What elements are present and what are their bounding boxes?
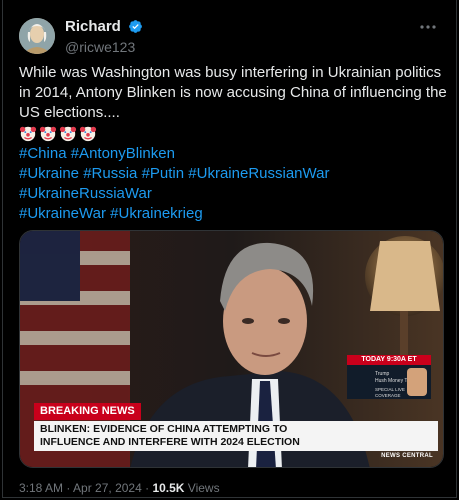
headline-line: BLINKEN: EVIDENCE OF CHINA ATTEMPTING TO <box>40 423 288 435</box>
avatar-portrait-icon <box>19 18 55 54</box>
hashtag-line: #UkraineWar #Ukrainekrieg <box>19 204 449 224</box>
hashtag-link[interactable]: #UkraineWar <box>19 205 106 222</box>
more-options-icon[interactable] <box>418 18 438 38</box>
views-label: Views <box>184 481 220 495</box>
views-count: 10.5K <box>152 481 185 495</box>
author-handle[interactable]: @ricwe123 <box>65 39 143 55</box>
hashtag-line: #Ukraine #Russia #Putin #UkraineRussianW… <box>19 164 449 184</box>
clown-face-emoji-icon <box>79 126 97 142</box>
tweet-line: in 2014, Antony Blinken is now accusing … <box>19 84 447 101</box>
tweet-date[interactable]: Apr 27, 2024 <box>73 481 142 495</box>
verified-badge-icon[interactable] <box>128 19 143 34</box>
tweet-header: Richard @ricwe123 <box>19 16 442 56</box>
author-name[interactable]: Richard <box>65 18 121 35</box>
hashtag-link[interactable]: #Ukrainekrieg <box>110 205 203 222</box>
hashtag-line: #UkraineRussiaWar <box>19 184 449 204</box>
hashtag-link[interactable]: #UkraineRussiaWar <box>19 185 152 202</box>
promo-title: Trump <box>375 371 390 377</box>
hashtag-link[interactable]: #Ukraine <box>19 165 79 182</box>
tweet-time[interactable]: 3:18 AM <box>19 481 63 495</box>
hashtag-link[interactable]: #China <box>19 145 67 162</box>
separator: · <box>141 481 153 495</box>
hashtag-link[interactable]: #UkraineRussianWar <box>188 165 329 182</box>
hashtag-line: #China #AntonyBlinken <box>19 144 449 164</box>
tweet-text: While was Washington was busy interferin… <box>19 63 449 224</box>
promo-time-banner: TODAY 9:30A ET <box>347 355 431 365</box>
tweet-card: Richard @ricwe123 While was Washington w… <box>2 0 457 498</box>
clown-face-emoji-icon <box>39 126 57 142</box>
headline-line: INFLUENCE AND INTERFERE WITH 2024 ELECTI… <box>40 436 300 448</box>
tweet-line: While was Washington was busy interferin… <box>19 64 442 81</box>
hashtag-link[interactable]: #Russia <box>83 165 137 182</box>
tweet-line: US elections.... <box>19 104 120 121</box>
news-headline: BLINKEN: EVIDENCE OF CHINA ATTEMPTING TO… <box>34 421 438 451</box>
avatar[interactable] <box>19 18 55 54</box>
hashtag-link[interactable]: #AntonyBlinken <box>71 145 175 162</box>
network-label: NEWS CENTRAL <box>381 453 433 459</box>
breaking-news-label: BREAKING NEWS <box>34 403 141 420</box>
hashtag-link[interactable]: #Putin <box>142 165 185 182</box>
clown-face-emoji-icon <box>19 126 37 142</box>
tweet-footer: 3:18 AM · Apr 27, 2024 · 10.5K Views <box>19 481 220 495</box>
clown-face-emoji-icon <box>59 126 77 142</box>
emoji-row <box>19 124 449 144</box>
promo-box: Trump Hush Money Trial SPECIAL LIVE COVE… <box>347 365 431 399</box>
tweet-media[interactable]: TODAY 9:30A ET Trump Hush Money Trial SP… <box>19 230 444 468</box>
promo-portrait <box>407 368 427 396</box>
separator: · <box>63 481 74 495</box>
